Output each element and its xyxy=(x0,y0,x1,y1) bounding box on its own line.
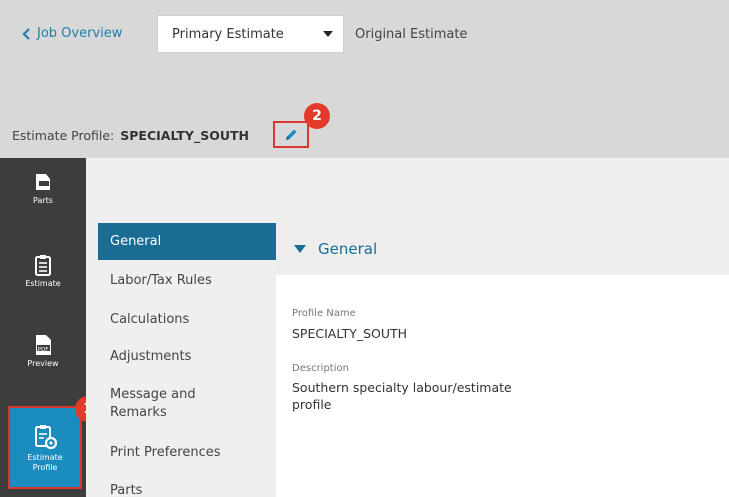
left-rail: Parts Estimate PDF Preview Estimate Prof… xyxy=(0,158,86,497)
rail-item-pdf-preview[interactable]: PDF Preview xyxy=(0,333,86,368)
subnav-item-message-and-remarks[interactable]: Message and xyxy=(98,387,276,402)
rail-item-label: Estimate xyxy=(25,279,61,288)
estimate-header: Job Overview Primary Estimate Original E… xyxy=(0,0,729,158)
caret-down-icon xyxy=(294,245,306,253)
rail-item-estimate-profile[interactable]: Estimate Profile xyxy=(8,406,82,489)
general-panel: General Profile Name SPECIALTY_SOUTH Des… xyxy=(276,223,729,497)
estimate-dropdown[interactable]: Primary Estimate xyxy=(157,15,344,53)
parts-icon xyxy=(36,174,50,190)
clipboard-icon xyxy=(35,255,51,276)
subnav-item-print-preferences[interactable]: Print Preferences xyxy=(98,445,276,460)
subnav-item-parts[interactable]: Parts xyxy=(98,483,276,497)
rail-item-label: Estimate xyxy=(27,452,63,462)
estimate-dropdown-value: Primary Estimate xyxy=(172,26,284,42)
description-label: Description xyxy=(292,363,349,374)
description-value-line1: Southern specialty labour/estimate xyxy=(292,380,512,395)
estimate-profile-value: SPECIALTY_SOUTH xyxy=(120,128,249,143)
description-value-line2: profile xyxy=(292,397,332,412)
pdf-icon xyxy=(36,335,51,355)
rail-item-estimate[interactable]: Estimate xyxy=(0,253,86,288)
estimate-profile-label: Estimate Profile: xyxy=(12,128,115,143)
profile-name-label: Profile Name xyxy=(292,308,356,319)
job-overview-label: Job Overview xyxy=(37,26,123,41)
rail-item-label-2: Preview xyxy=(27,359,59,368)
callout-badge-2: 2 xyxy=(304,103,330,129)
edit-profile-button[interactable] xyxy=(273,121,309,148)
subnav-item-message-and-remarks-line2[interactable]: Remarks xyxy=(98,405,276,420)
rail-item-label: PDF xyxy=(37,347,49,353)
pencil-icon xyxy=(286,129,297,140)
caret-down-icon xyxy=(323,31,333,37)
estimate-profile-icon xyxy=(35,424,58,449)
estimate-type-label: Original Estimate xyxy=(355,27,468,42)
rail-item-parts[interactable]: Parts xyxy=(0,170,86,205)
subnav-item-calculations[interactable]: Calculations xyxy=(98,312,276,327)
subnav-item-labor-tax-rules[interactable]: Labor/Tax Rules xyxy=(98,273,276,288)
subnav-item-general[interactable]: General xyxy=(98,223,276,260)
general-section-header[interactable]: General xyxy=(276,223,729,275)
rail-item-label: Parts xyxy=(33,196,53,205)
job-overview-link[interactable]: Job Overview xyxy=(22,26,122,41)
subnav-item-adjustments[interactable]: Adjustments xyxy=(98,349,276,364)
estimate-profile-line: Estimate Profile: SPECIALTY_SOUTH xyxy=(12,128,249,143)
rail-item-label-2: Profile xyxy=(32,462,58,472)
profile-name-value: SPECIALTY_SOUTH xyxy=(292,326,408,341)
chevron-left-icon xyxy=(22,27,30,40)
general-section-title: General xyxy=(318,240,378,258)
